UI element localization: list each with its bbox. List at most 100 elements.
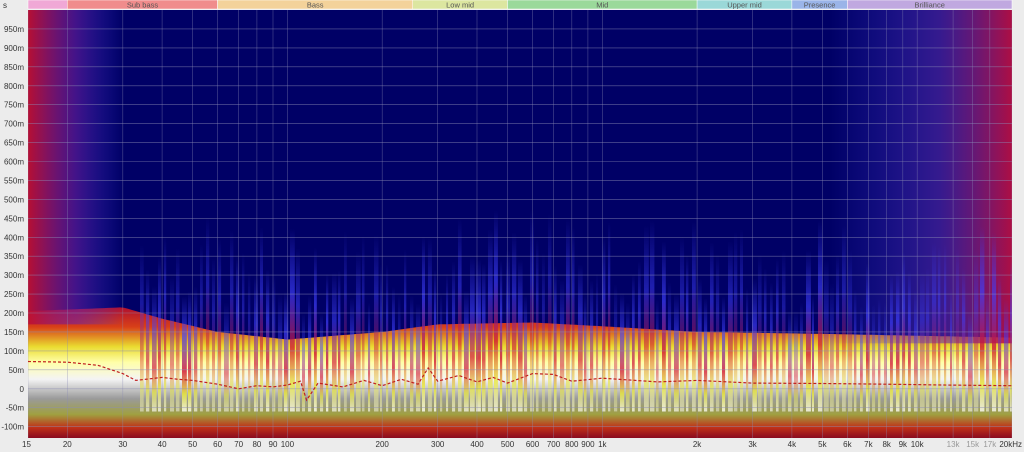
resonance-streak: [860, 306, 863, 412]
x-tick-label: 30: [118, 440, 127, 449]
resonance-streak: [728, 241, 733, 412]
resonance-streak: [722, 296, 726, 412]
resonance-streak: [632, 274, 635, 412]
resonance-streak: [836, 254, 840, 412]
resonance-streak: [530, 209, 534, 412]
resonance-streak: [644, 225, 649, 412]
y-tick-label: 300m: [4, 271, 24, 280]
x-tick-label: 40: [158, 440, 167, 449]
x-tick-label: 9k: [899, 440, 908, 449]
spectrogram-view: 950m 900m 850m 800m 750m 700m 650m 600m 550m 500m…: [0, 0, 1024, 452]
resonance-streak: [950, 287, 952, 412]
x-tick-label: 5k: [818, 440, 827, 449]
resonance-streak: [278, 294, 283, 412]
resonance-streak: [680, 236, 685, 412]
y-tick-label: 450m: [4, 214, 24, 223]
resonance-streak: [170, 276, 174, 412]
resonance-streak: [716, 254, 720, 412]
x-tick-label: 900: [581, 440, 595, 449]
resonance-streak: [506, 249, 510, 412]
resonance-streak: [944, 244, 947, 412]
resonance-streak: [158, 257, 161, 412]
spectrogram-chart[interactable]: 950m 900m 850m 800m 750m 700m 650m 600m 550m 500m…: [0, 0, 1024, 452]
resonance-streak: [998, 277, 1002, 412]
resonance-streak: [344, 230, 347, 412]
resonance-streak: [650, 220, 655, 412]
band-segment: [27, 0, 68, 10]
resonance-streak: [896, 270, 900, 412]
resonance-streak: [338, 270, 341, 412]
band-label: Sub bass: [127, 1, 159, 10]
resonance-streak: [986, 293, 989, 412]
resonance-streak: [470, 255, 475, 412]
resonance-streak: [692, 221, 696, 412]
y-axis-unit-label: s: [3, 1, 7, 10]
resonance-streak: [902, 251, 906, 412]
y-tick-label: 250m: [4, 290, 24, 299]
resonance-streak: [140, 245, 144, 412]
x-tick-label: 50: [188, 440, 197, 449]
x-tick-label: 20kHz: [999, 440, 1022, 449]
resonance-streak: [962, 268, 966, 412]
y-tick-label: -50m: [6, 404, 25, 413]
resonance-streak: [548, 213, 552, 412]
resonance-streak: [686, 255, 689, 412]
resonance-streak: [350, 297, 355, 412]
y-tick-label: 700m: [4, 120, 24, 129]
resonance-streak: [386, 264, 389, 412]
resonance-streak: [800, 302, 803, 412]
resonance-streak: [968, 312, 973, 412]
resonance-streak: [176, 248, 180, 412]
resonance-streak: [626, 302, 630, 412]
resonance-streak: [146, 269, 150, 412]
resonance-streak: [782, 250, 786, 412]
resonance-streak: [536, 238, 539, 412]
resonance-streak: [956, 247, 959, 412]
x-tick-label: 80: [252, 440, 261, 449]
y-tick-label: 650m: [4, 139, 24, 148]
y-tick-label: 150m: [4, 328, 24, 337]
resonance-streak: [230, 230, 234, 412]
resonance-streak: [584, 294, 587, 412]
x-tick-label: 500: [501, 440, 515, 449]
resonance-streak: [806, 249, 811, 412]
y-tick-label: 950m: [4, 25, 24, 34]
resonance-streak: [296, 248, 300, 412]
resonance-streak: [482, 263, 486, 412]
resonance-streak: [920, 271, 925, 412]
x-tick-label: 400: [470, 440, 484, 449]
resonance-streak: [794, 310, 798, 412]
x-tick-label: 10k: [911, 440, 925, 449]
resonance-streak: [698, 278, 702, 412]
x-tick-label: 4k: [788, 440, 797, 449]
resonance-streak: [908, 270, 911, 412]
resonance-streak: [818, 220, 823, 412]
y-tick-label: 600m: [4, 158, 24, 167]
resonance-streak: [662, 241, 666, 412]
resonance-streak: [218, 239, 222, 412]
band-label: Mid: [596, 1, 608, 10]
resonance-streak: [764, 268, 767, 412]
resonance-streak: [710, 241, 714, 412]
resonance-streak: [848, 249, 853, 412]
resonance-streak: [320, 313, 324, 412]
x-tick-label: 60: [213, 440, 222, 449]
x-tick-label: 300: [431, 440, 445, 449]
resonance-streak: [1004, 299, 1009, 412]
x-tick-label: 700: [547, 440, 561, 449]
resonance-streak: [302, 313, 305, 412]
resonance-streak: [560, 280, 565, 412]
x-tick-label: 90: [269, 440, 278, 449]
resonance-streak: [980, 226, 985, 412]
resonance-streak: [188, 291, 192, 412]
x-tick-label: 6k: [843, 440, 852, 449]
resonance-streak: [374, 234, 379, 412]
resonance-streak: [788, 310, 792, 412]
resonance-streak: [314, 247, 317, 412]
resonance-streak: [926, 268, 930, 412]
y-tick-label: 800m: [4, 82, 24, 91]
resonance-streak: [398, 294, 401, 412]
resonance-streak: [248, 271, 251, 412]
band-label: Upper mid: [727, 1, 762, 10]
y-tick-label: 850m: [4, 63, 24, 72]
